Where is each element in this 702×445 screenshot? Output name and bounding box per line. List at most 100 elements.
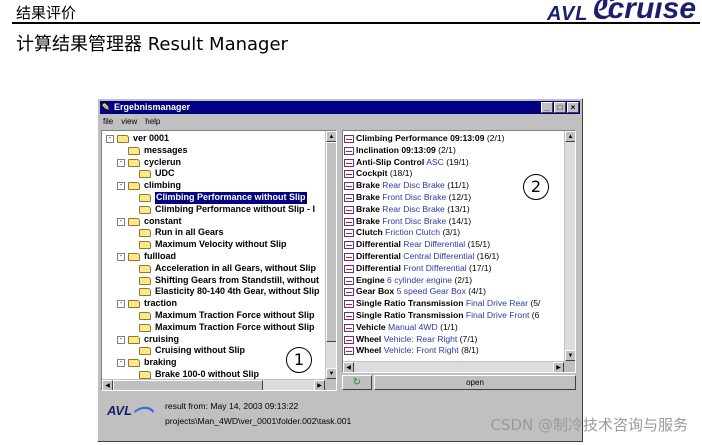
result-item-name: Vehicle bbox=[356, 321, 386, 332]
tree-node[interactable]: Maximum Traction Force without Slip bbox=[102, 310, 324, 322]
tree-node[interactable]: - cyclerun bbox=[102, 157, 324, 169]
scroll-right-icon[interactable]: ▶ bbox=[553, 362, 564, 372]
result-items-pane: Climbing Performance 09:13:09 (2/1) Incli… bbox=[342, 130, 576, 373]
scroll-down-icon[interactable]: ▼ bbox=[565, 350, 575, 361]
results-vertical-scrollbar[interactable]: ▲ ▼ bbox=[564, 131, 575, 361]
tree-node[interactable]: Elasticity 80-140 4th Gear, without Slip bbox=[102, 286, 324, 298]
tree-node[interactable]: Maximum Traction Force without Slip bbox=[102, 322, 324, 334]
result-item[interactable]: Vehicle Manual 4WD (1/1) bbox=[343, 322, 563, 334]
tree-node[interactable]: messages bbox=[102, 145, 324, 157]
expand-toggle-icon[interactable]: - bbox=[117, 300, 125, 309]
result-item-component: Vehicle: Rear Right bbox=[383, 333, 458, 344]
scroll-up-icon[interactable]: ▲ bbox=[565, 131, 575, 142]
tree-horizontal-scrollbar[interactable]: ◀ ▶ bbox=[102, 379, 325, 390]
result-item[interactable]: Differential Rear Differential (15/1) bbox=[343, 239, 563, 251]
result-item[interactable]: Single Ratio Transmission Final Drive Fr… bbox=[343, 310, 563, 322]
result-graph-icon bbox=[344, 276, 354, 285]
tree-node[interactable]: UDC bbox=[102, 168, 324, 180]
result-item[interactable]: Single Ratio Transmission Final Drive Re… bbox=[343, 298, 563, 310]
result-item[interactable]: Gear Box 5 speed Gear Box (4/1) bbox=[343, 286, 563, 298]
result-item-name: Engine bbox=[356, 274, 385, 285]
tree-node-label: fullload bbox=[144, 250, 176, 261]
result-item-count: (6 bbox=[531, 309, 540, 320]
folder-icon bbox=[139, 205, 151, 214]
tree-node-label: Climbing Performance without Slip bbox=[155, 191, 307, 204]
result-item[interactable]: Differential Front Differential (17/1) bbox=[343, 263, 563, 275]
close-button[interactable]: × bbox=[567, 102, 579, 113]
scroll-right-icon[interactable]: ▶ bbox=[314, 380, 325, 390]
expand-toggle-icon[interactable]: - bbox=[117, 182, 125, 191]
result-item-component: Vehicle: Front Right bbox=[383, 345, 459, 356]
result-item-count: (14/1) bbox=[448, 215, 472, 226]
result-item-component: Rear Disc Brake bbox=[382, 180, 445, 191]
tree-node[interactable]: Run in all Gears bbox=[102, 227, 324, 239]
expand-toggle-icon[interactable]: - bbox=[117, 158, 125, 167]
scroll-left-icon[interactable]: ◀ bbox=[102, 380, 113, 390]
result-item[interactable]: Clutch Friction Clutch (3/1) bbox=[343, 227, 563, 239]
tree-node-label: cruising bbox=[144, 333, 180, 344]
scroll-down-icon[interactable]: ▼ bbox=[326, 368, 336, 379]
tree-vertical-scrollbar[interactable]: ▲ ▼ bbox=[325, 131, 336, 379]
result-graph-icon bbox=[344, 311, 354, 320]
result-graph-icon bbox=[344, 170, 354, 179]
result-item-name: Clutch bbox=[356, 227, 383, 238]
tree-node[interactable]: - climbing bbox=[102, 180, 324, 192]
expand-toggle-icon[interactable]: - bbox=[117, 359, 125, 368]
maximize-button[interactable]: □ bbox=[554, 102, 566, 113]
result-item[interactable]: Wheel Vehicle: Front Right (8/1) bbox=[343, 345, 563, 357]
result-item-count: (1/1) bbox=[440, 321, 458, 332]
result-item[interactable]: Engine 6 cylinder engine (2/1) bbox=[343, 275, 563, 287]
tree-node[interactable]: - traction bbox=[102, 298, 324, 310]
result-item-name: Gear Box bbox=[356, 286, 395, 297]
scroll-corner bbox=[564, 361, 575, 372]
result-item[interactable]: Wheel Vehicle: Rear Right (7/1) bbox=[343, 334, 563, 346]
result-item[interactable]: Brake Front Disc Brake (14/1) bbox=[343, 216, 563, 228]
tree-node[interactable]: Climbing Performance without Slip bbox=[102, 191, 324, 204]
result-graph-icon bbox=[344, 217, 354, 226]
result-item[interactable]: Inclination 09:13:09 (2/1) bbox=[343, 145, 563, 157]
minimize-button[interactable]: _ bbox=[541, 102, 553, 113]
tree-node[interactable]: - cruising bbox=[102, 334, 324, 346]
folder-icon bbox=[128, 146, 140, 155]
menubar: file view help bbox=[100, 116, 580, 128]
scroll-left-icon[interactable]: ◀ bbox=[343, 362, 354, 372]
tree-node[interactable]: Climbing Performance without Slip - I bbox=[102, 204, 324, 216]
result-item-name: Cockpit bbox=[356, 168, 388, 179]
folder-icon bbox=[128, 158, 140, 167]
tree-hscroll-thumb[interactable] bbox=[113, 380, 263, 390]
expand-toggle-icon[interactable]: - bbox=[106, 135, 114, 143]
tree-node-label: Maximum Velocity without Slip bbox=[155, 239, 287, 250]
menu-file[interactable]: file bbox=[103, 116, 113, 128]
tree-node[interactable]: Acceleration in all Gears, without Slip bbox=[102, 263, 324, 275]
result-graph-icon bbox=[344, 264, 354, 273]
open-button[interactable]: open bbox=[374, 375, 576, 390]
tree-node[interactable]: - ver 0001 bbox=[102, 133, 324, 145]
result-items-list: Climbing Performance 09:13:09 (2/1) Incli… bbox=[343, 133, 563, 360]
app-icon: ✎ bbox=[102, 102, 110, 112]
result-graph-icon bbox=[344, 323, 354, 332]
result-graph-icon bbox=[344, 182, 354, 191]
callout-marker-2: 2 bbox=[523, 174, 549, 200]
expand-toggle-icon[interactable]: - bbox=[117, 217, 125, 226]
result-item[interactable]: Brake Rear Disc Brake (13/1) bbox=[343, 204, 563, 216]
tree-vscroll-thumb[interactable] bbox=[326, 142, 336, 342]
tree-node[interactable]: - fullload bbox=[102, 251, 324, 263]
window-titlebar[interactable]: ✎ Ergebnismanager _ □ × bbox=[100, 101, 580, 114]
result-item[interactable]: Climbing Performance 09:13:09 (2/1) bbox=[343, 133, 563, 145]
expand-toggle-icon[interactable]: - bbox=[117, 335, 125, 344]
folder-icon bbox=[139, 288, 151, 297]
scroll-up-icon[interactable]: ▲ bbox=[326, 131, 336, 142]
menu-view[interactable]: view bbox=[121, 116, 137, 128]
menu-help[interactable]: help bbox=[145, 116, 160, 128]
result-item[interactable]: Differential Central Differential (16/1) bbox=[343, 251, 563, 263]
tree-node[interactable]: Maximum Velocity without Slip bbox=[102, 239, 324, 251]
result-item-component: Final Drive Rear bbox=[465, 298, 528, 309]
refresh-button[interactable]: ↻ bbox=[342, 375, 372, 390]
result-item-name: Anti-Slip Control bbox=[356, 156, 425, 167]
tree-node[interactable]: Shifting Gears from Standstill, without bbox=[102, 275, 324, 287]
result-item[interactable]: Anti-Slip Control ASC (19/1) bbox=[343, 157, 563, 169]
result-path: projects\Man_4WD\ver_0001\folder.002\tas… bbox=[165, 416, 352, 426]
tree-node[interactable]: - constant bbox=[102, 216, 324, 228]
results-horizontal-scrollbar[interactable]: ◀ ▶ bbox=[343, 361, 564, 372]
expand-toggle-icon[interactable]: - bbox=[117, 252, 125, 261]
